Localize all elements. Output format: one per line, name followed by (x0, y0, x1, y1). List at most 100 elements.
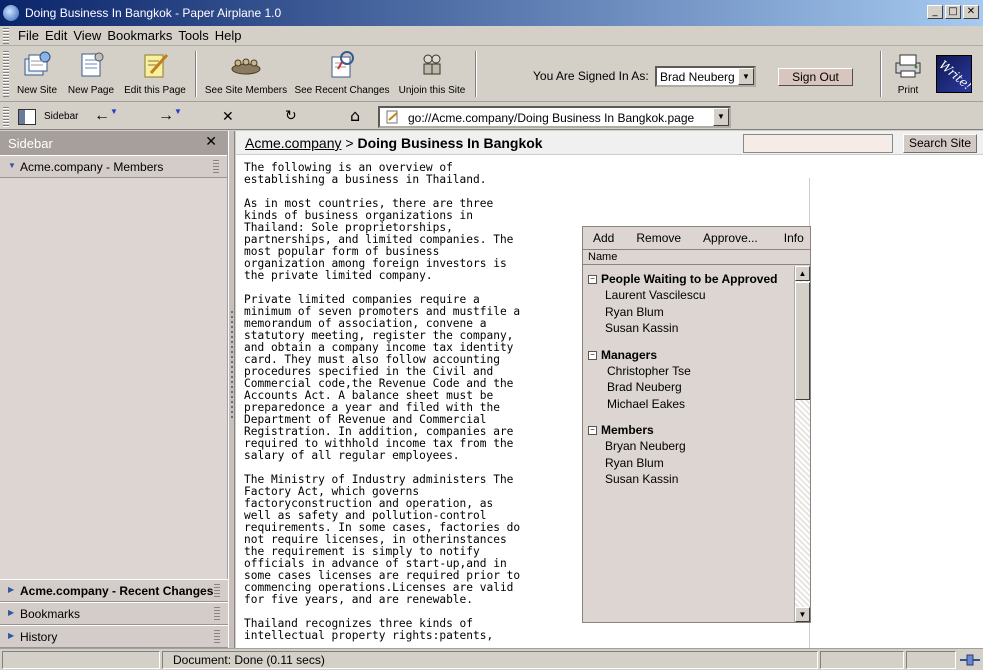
sidebar-panel: Sidebar ✕ ▼ Acme.company - Members ▶ Acm… (0, 131, 228, 648)
scroll-down-icon[interactable]: ▼ (795, 607, 810, 622)
title-bar[interactable]: Doing Business In Bangkok - Paper Airpla… (0, 0, 983, 26)
panel-grip[interactable] (214, 584, 220, 598)
status-cell (2, 651, 160, 669)
list-item[interactable]: Laurent Vascilescu (583, 288, 795, 305)
forward-history-chevron-icon[interactable]: ▼ (174, 107, 182, 116)
navbar-grip[interactable] (3, 107, 9, 127)
list-item[interactable]: Ryan Blum (583, 456, 795, 473)
toolbar-separator (475, 51, 477, 97)
list-item[interactable]: Michael Eakes (583, 397, 795, 414)
group-members[interactable]: − Members (583, 423, 795, 439)
menu-view[interactable]: View (73, 28, 101, 43)
remove-member-button[interactable]: Remove (636, 231, 681, 245)
site-members-label: See Site Members (204, 85, 288, 96)
back-history-chevron-icon[interactable]: ▼ (110, 107, 118, 116)
collapse-icon[interactable]: − (588, 350, 597, 360)
maximize-button[interactable]: □ (945, 5, 961, 19)
sidebar-panel-bookmarks[interactable]: ▶ Bookmarks (0, 602, 228, 625)
see-recent-changes-button[interactable]: See Recent Changes (293, 49, 391, 96)
group-managers[interactable]: − Managers (583, 348, 795, 364)
collapse-icon[interactable]: − (588, 275, 597, 284)
sidebar-collapsed-panels: ▶ Acme.company - Recent Changes ▶ Bookma… (0, 579, 228, 648)
chevron-right-icon: ▶ (8, 631, 15, 640)
edit-page-button[interactable]: Edit this Page (122, 49, 188, 96)
list-item[interactable]: Susan Kassin (583, 472, 795, 489)
paragraph: Thailand recognizes three kinds of intel… (244, 617, 494, 642)
chevron-down-icon[interactable]: ▼ (713, 108, 729, 126)
page-link-icon (386, 110, 398, 124)
list-item[interactable]: Susan Kassin (583, 321, 795, 338)
scroll-thumb[interactable] (795, 282, 810, 400)
panel-grip[interactable] (214, 630, 220, 644)
sign-out-button[interactable]: Sign Out (778, 68, 853, 86)
list-item[interactable]: Ryan Blum (583, 305, 795, 322)
address-field[interactable]: go://Acme.company/Doing Business In Bang… (378, 106, 731, 128)
new-page-label: New Page (67, 85, 115, 96)
sidebar-title: Sidebar (8, 136, 53, 151)
sidebar-panel-members[interactable]: ▼ Acme.company - Members (0, 155, 227, 178)
list-item[interactable]: Christopher Tse (583, 364, 795, 381)
members-tree: − People Waiting to be Approved Laurent V… (583, 267, 795, 622)
printer-icon (895, 54, 921, 78)
back-button[interactable]: ←▼ (94, 107, 118, 125)
close-sidebar-icon[interactable]: ✕ (205, 134, 217, 150)
menu-file[interactable]: File (18, 28, 39, 43)
recent-changes-icon (331, 51, 354, 78)
status-text: Document: Done (0.11 secs) (162, 651, 818, 669)
collapse-icon[interactable]: − (588, 426, 597, 435)
minimize-button[interactable]: _ (927, 5, 943, 19)
list-item[interactable]: Brad Neuberg (583, 380, 795, 397)
menu-bookmarks[interactable]: Bookmarks (107, 28, 172, 43)
toolbar-grip[interactable] (3, 51, 9, 97)
reload-button[interactable]: ↻ (285, 108, 297, 124)
sidebar-toggle-icon[interactable] (18, 109, 36, 125)
panel-grip[interactable] (213, 160, 219, 174)
home-button[interactable]: ⌂ (350, 106, 360, 125)
group-label: Members (601, 423, 654, 437)
content-header: Acme.company > Doing Business In Bangkok… (236, 131, 983, 155)
menu-tools[interactable]: Tools (178, 28, 208, 43)
edit-page-label: Edit this Page (124, 85, 186, 96)
window-title: Doing Business In Bangkok - Paper Airpla… (25, 6, 282, 20)
window-controls: _ □ ✕ (927, 5, 979, 19)
panel-grip[interactable] (214, 607, 220, 621)
online-status-icon[interactable] (960, 653, 980, 667)
signed-in-user-select[interactable]: Brad Neuberg ▼ (655, 66, 756, 87)
scroll-up-icon[interactable]: ▲ (795, 266, 810, 281)
search-site-button[interactable]: Search Site (903, 134, 977, 153)
approve-member-button[interactable]: Approve... (703, 231, 758, 245)
list-item[interactable]: Bryan Neuberg (583, 439, 795, 456)
paper-airplane-app-icon[interactable] (3, 5, 19, 21)
stop-icon: ✕ (222, 109, 234, 125)
forward-button[interactable]: →▼ (158, 107, 182, 125)
menubar-grip[interactable] (3, 28, 9, 44)
new-page-button[interactable]: New Page (66, 49, 116, 96)
sidebar-panel-label: Bookmarks (20, 607, 81, 621)
members-scrollbar[interactable]: ▲ ▼ (794, 266, 810, 622)
new-site-button[interactable]: New Site (14, 49, 60, 96)
print-button[interactable]: Print (888, 49, 928, 96)
member-info-button[interactable]: Info (784, 231, 804, 245)
menu-bar: File Edit View Bookmarks Tools Help (0, 26, 983, 46)
sidebar-panel-label: Acme.company - Recent Changes (20, 584, 214, 598)
search-input[interactable] (743, 134, 893, 153)
unjoin-site-button[interactable]: Unjoin this Site (396, 49, 468, 96)
write-logo[interactable]: Write! (936, 55, 972, 93)
name-column-header[interactable]: Name (583, 249, 810, 265)
sidebar-toggle-label[interactable]: Sidebar (44, 111, 78, 122)
new-site-icon (24, 51, 51, 76)
main-toolbar: New Site New Page Edit this Page See Sit… (0, 47, 983, 102)
see-site-members-button[interactable]: See Site Members (203, 49, 289, 96)
breadcrumb-site-link[interactable]: Acme.company (245, 135, 341, 151)
menu-help[interactable]: Help (215, 28, 242, 43)
close-window-button[interactable]: ✕ (963, 5, 979, 19)
stop-button[interactable]: ✕ (222, 109, 234, 125)
sidebar-panel-history[interactable]: ▶ History (0, 625, 228, 648)
chevron-down-icon[interactable]: ▼ (738, 68, 754, 85)
splitter-grip (231, 311, 233, 421)
add-member-button[interactable]: Add (593, 231, 614, 245)
group-waiting-approval[interactable]: − People Waiting to be Approved (583, 272, 795, 288)
menu-edit[interactable]: Edit (45, 28, 67, 43)
sidebar-splitter[interactable] (228, 131, 235, 648)
sidebar-panel-recent-changes[interactable]: ▶ Acme.company - Recent Changes (0, 579, 228, 602)
